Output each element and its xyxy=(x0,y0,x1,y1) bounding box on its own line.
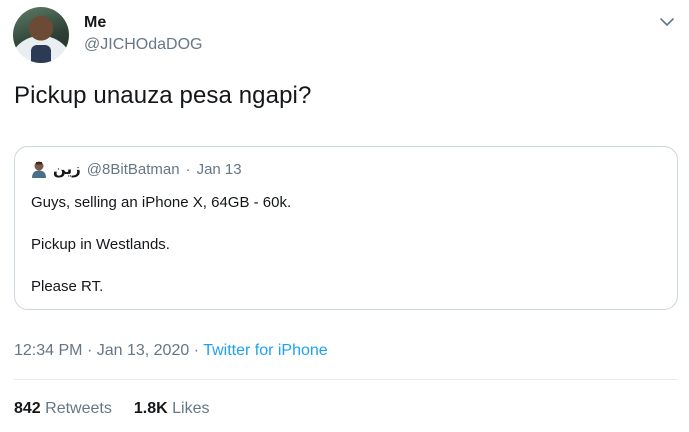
retweets-label: Retweets xyxy=(45,400,112,417)
quoted-display-name[interactable]: زين xyxy=(53,160,81,178)
quoted-date[interactable]: Jan 13 xyxy=(197,161,242,178)
tweet-date[interactable]: Jan 13, 2020 xyxy=(97,342,190,359)
quoted-text-line: Guys, selling an iPhone X, 64GB - 60k. xyxy=(31,194,292,211)
likes-stat[interactable]: 1.8K Likes xyxy=(134,400,210,418)
avatar-shirt xyxy=(31,45,51,63)
tweet-meta: 12:34 PM · Jan 13, 2020 · Twitter for iP… xyxy=(14,342,328,360)
avatar-icon[interactable] xyxy=(31,160,47,178)
tweet-time[interactable]: 12:34 PM xyxy=(14,342,82,359)
tweet-stats: 842 Retweets 1.8K Likes xyxy=(14,400,209,418)
likes-count: 1.8K xyxy=(133,400,168,417)
meta-separator: · xyxy=(86,342,93,359)
quoted-text-line: Pickup in Westlands. xyxy=(31,236,170,253)
quoted-handle[interactable]: @8BitBatman xyxy=(87,161,180,178)
quoted-tweet-header: زين @8BitBatman · Jan 13 xyxy=(31,160,242,178)
divider xyxy=(14,379,678,380)
retweets-stat[interactable]: 842 Retweets xyxy=(14,400,112,418)
author-avatar[interactable] xyxy=(13,7,69,63)
tweet-text: Pickup unauza pesa ngapi? xyxy=(14,82,312,109)
separator-dot: · xyxy=(185,160,191,178)
tweet-source-link[interactable]: Twitter for iPhone xyxy=(203,342,328,359)
chevron-down-icon[interactable] xyxy=(659,14,675,30)
meta-separator: · xyxy=(193,342,200,359)
quoted-text-line: Please RT. xyxy=(31,278,104,295)
quoted-tweet[interactable]: زين @8BitBatman · Jan 13 Guys, selling a… xyxy=(14,146,678,310)
retweets-count: 842 xyxy=(14,400,41,417)
author-display-name[interactable]: Me xyxy=(84,14,106,32)
likes-label: Likes xyxy=(172,400,210,417)
author-handle[interactable]: @JICHOdaDOG xyxy=(84,36,202,54)
tweet-card: Me @JICHOdaDOG Pickup unauza pesa ngapi?… xyxy=(0,0,689,432)
